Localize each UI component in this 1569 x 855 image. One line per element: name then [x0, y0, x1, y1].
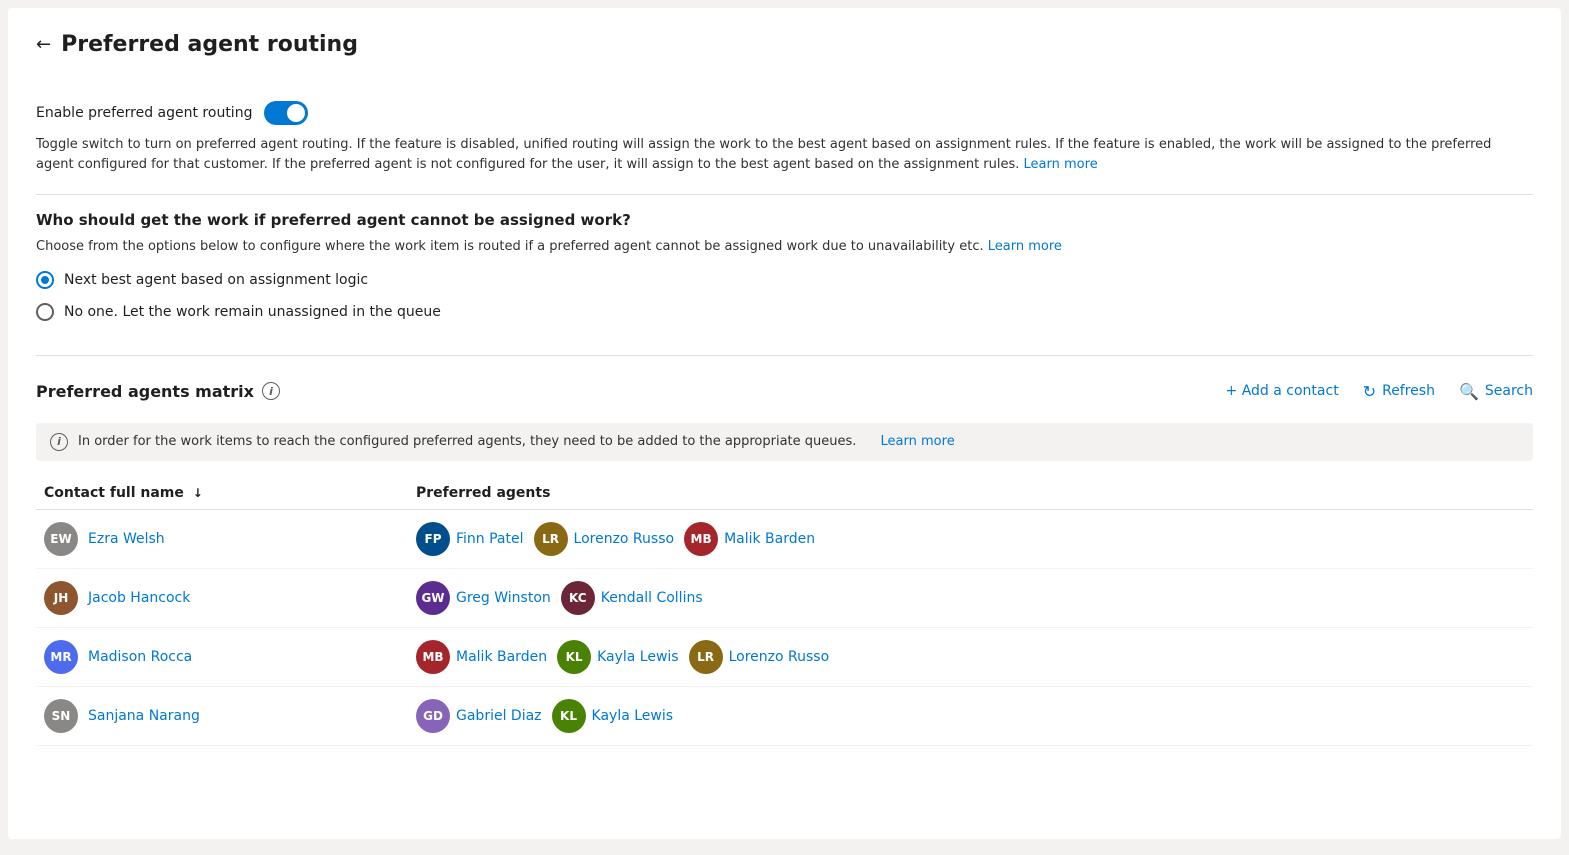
radio-circle-2 [36, 303, 54, 321]
table-row: JH Jacob Hancock GW Greg Winston KC Kendall C… [36, 569, 1533, 628]
agents-cell: FP Finn Patel LR Lorenzo Russo MB Malik Barde… [416, 522, 1533, 556]
table-body: EWEzra WelshFPFinn PatelLRLorenzo RussoM… [36, 510, 1533, 746]
matrix-title-row: Preferred agents matrix i [36, 382, 280, 401]
column-agents-label: Preferred agents [416, 485, 550, 501]
agent-name[interactable]: Lorenzo Russo [729, 649, 830, 665]
agent-name[interactable]: Lorenzo Russo [574, 531, 675, 547]
avatar: EW [44, 522, 78, 556]
radio-option-2[interactable]: No one. Let the work remain unassigned i… [36, 303, 1533, 321]
agent-avatar: LR [689, 640, 723, 674]
info-bar-learn-more[interactable]: Learn more [881, 434, 955, 449]
agent-name[interactable]: Malik Barden [724, 531, 815, 547]
fallback-description: Choose from the options below to configu… [36, 237, 1516, 257]
matrix-info-icon[interactable]: i [262, 382, 280, 400]
refresh-icon: ↻ [1363, 382, 1376, 401]
agent-chip: KC Kendall Collins [561, 581, 703, 615]
page-title: Preferred agent routing [61, 32, 358, 57]
agent-chip: GW Greg Winston [416, 581, 551, 615]
page-container: ← Preferred agent routing Enable preferr… [8, 8, 1561, 839]
info-bar-text: In order for the work items to reach the… [78, 434, 856, 449]
enable-description: Toggle switch to turn on preferred agent… [36, 135, 1516, 174]
avatar: MR [44, 640, 78, 674]
refresh-label: Refresh [1382, 383, 1435, 399]
avatar: SN [44, 699, 78, 733]
agent-name[interactable]: Kendall Collins [601, 590, 703, 606]
add-contact-label: + Add a contact [1226, 383, 1339, 399]
agents-cell: GW Greg Winston KC Kendall Collins [416, 581, 1533, 615]
matrix-title: Preferred agents matrix [36, 382, 254, 401]
contact-cell: SN Sanjana Narang [36, 699, 416, 733]
enable-section: Enable preferred agent routing Toggle sw… [36, 85, 1533, 195]
search-button[interactable]: 🔍 Search [1459, 376, 1533, 407]
agent-avatar: FP [416, 522, 450, 556]
page-header: ← Preferred agent routing [36, 32, 1533, 57]
back-button[interactable]: ← [36, 34, 51, 55]
agent-avatar: GD [416, 699, 450, 733]
agent-name[interactable]: Kayla Lewis [597, 649, 679, 665]
agents-cell: MB Malik Barden KL Kayla Lewis LR Lorenzo Rus… [416, 640, 1533, 674]
agent-avatar: KC [561, 581, 595, 615]
agent-avatar: KL [552, 699, 586, 733]
search-icon: 🔍 [1459, 382, 1479, 401]
agent-chip: MB Malik Barden [684, 522, 815, 556]
enable-toggle[interactable] [264, 101, 308, 125]
info-bar: i In order for the work items to reach t… [36, 423, 1533, 461]
matrix-header: Preferred agents matrix i + Add a contac… [36, 376, 1533, 407]
contact-name[interactable]: Madison Rocca [88, 649, 192, 665]
agent-name[interactable]: Greg Winston [456, 590, 551, 606]
agent-name[interactable]: Kayla Lewis [592, 708, 674, 724]
contact-name[interactable]: Sanjana Narang [88, 708, 200, 724]
radio-circle-1 [36, 271, 54, 289]
table-row: EW Ezra Welsh FP Finn Patel LR Lorenzo Russo M… [36, 510, 1533, 569]
agent-chip: FP Finn Patel [416, 522, 524, 556]
column-contact-label: Contact full name [44, 485, 184, 501]
agent-chip: KL Kayla Lewis [552, 699, 674, 733]
fallback-title: Who should get the work if preferred age… [36, 211, 1533, 229]
agent-chip: MB Malik Barden [416, 640, 547, 674]
agent-avatar: LR [534, 522, 568, 556]
contact-cell: EW Ezra Welsh [36, 522, 416, 556]
column-contact-header: Contact full name ↓ [36, 485, 416, 501]
add-contact-button[interactable]: + Add a contact [1226, 377, 1339, 405]
agent-avatar: KL [557, 640, 591, 674]
avatar: JH [44, 581, 78, 615]
fallback-learn-more-link[interactable]: Learn more [988, 239, 1062, 254]
agents-cell: GD Gabriel Diaz KL Kayla Lewis [416, 699, 1533, 733]
matrix-section: Preferred agents matrix i + Add a contac… [36, 356, 1533, 746]
column-agents-header: Preferred agents [416, 485, 1533, 501]
agent-chip: LR Lorenzo Russo [534, 522, 675, 556]
table-row: MR Madison Rocca MB Malik Barden KL Kayla Lew… [36, 628, 1533, 687]
refresh-button[interactable]: ↻ Refresh [1363, 376, 1435, 407]
agent-avatar: GW [416, 581, 450, 615]
enable-learn-more-link[interactable]: Learn more [1024, 157, 1098, 172]
table-header: Contact full name ↓ Preferred agents [36, 477, 1533, 510]
radio-label-1: Next best agent based on assignment logi… [64, 272, 368, 288]
fallback-section: Who should get the work if preferred age… [36, 195, 1533, 356]
radio-label-2: No one. Let the work remain unassigned i… [64, 304, 441, 320]
info-bar-icon: i [50, 433, 68, 451]
contact-cell: JH Jacob Hancock [36, 581, 416, 615]
contact-cell: MR Madison Rocca [36, 640, 416, 674]
agent-name[interactable]: Finn Patel [456, 531, 524, 547]
agent-avatar: MB [416, 640, 450, 674]
matrix-actions: + Add a contact ↻ Refresh 🔍 Search [1226, 376, 1533, 407]
agent-chip: GD Gabriel Diaz [416, 699, 542, 733]
agent-name[interactable]: Malik Barden [456, 649, 547, 665]
search-label: Search [1485, 383, 1533, 399]
enable-row: Enable preferred agent routing [36, 101, 1533, 125]
sort-icon: ↓ [193, 486, 203, 500]
table-row: SN Sanjana Narang GD Gabriel Diaz KL Kayla Le… [36, 687, 1533, 746]
radio-group: Next best agent based on assignment logi… [36, 271, 1533, 321]
toggle-knob [287, 104, 305, 122]
contact-name[interactable]: Jacob Hancock [88, 590, 190, 606]
contact-name[interactable]: Ezra Welsh [88, 531, 165, 547]
agent-chip: LR Lorenzo Russo [689, 640, 830, 674]
agent-name[interactable]: Gabriel Diaz [456, 708, 542, 724]
agent-avatar: MB [684, 522, 718, 556]
radio-option-1[interactable]: Next best agent based on assignment logi… [36, 271, 1533, 289]
enable-label: Enable preferred agent routing [36, 105, 252, 121]
agent-chip: KL Kayla Lewis [557, 640, 679, 674]
